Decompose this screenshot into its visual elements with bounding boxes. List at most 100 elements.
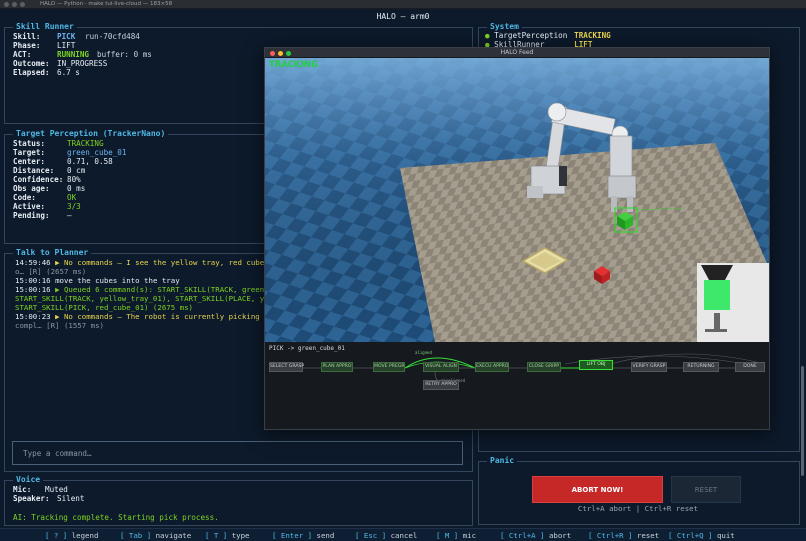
robot-camera-view [265, 58, 769, 342]
state-node: DONE [735, 362, 765, 372]
keybinding-hint: [ Ctrl+Q ] quit [668, 531, 735, 540]
status-dot-icon: ● [485, 31, 490, 40]
perception-row: Distance: 0 cm [13, 166, 85, 175]
app-title: HALO — arm0 [376, 12, 430, 21]
perception-row: Center: 0.71, 0.58 [13, 157, 113, 166]
system-row: ● TargetPerception TRACKING [485, 31, 611, 40]
chat-line: START_SKILL(PICK, red_cube_01) (2675 ms) [15, 303, 193, 312]
state-node: RETRY APPRO [423, 380, 459, 390]
chat-text: START_SKILL(PICK, red_cube_01) (2675 ms) [15, 303, 193, 312]
mic-label: Mic: [13, 485, 32, 494]
key-description: quit [716, 531, 735, 540]
chat-line: 15:00:23 ▶ No commands — The robot is cu… [15, 312, 273, 321]
reset-button[interactable]: RESET [671, 476, 741, 503]
phase-label: Phase: [13, 41, 41, 50]
perception-label: Confidence: [13, 175, 64, 184]
keybinding-hint: [ Esc ] cancel [355, 531, 417, 540]
chat-timestamp: 15:00:16 [15, 276, 51, 285]
perception-label: Obs age: [13, 184, 50, 193]
perception-value: 0 ms [67, 184, 86, 193]
key-description: legend [71, 531, 99, 540]
perception-value: TRACKING [67, 139, 104, 148]
keybinding-hint: [ Ctrl+R ] reset [588, 531, 659, 540]
key-description: abort [548, 531, 572, 540]
scrollbar[interactable] [801, 366, 804, 476]
state-node: EXECU APPRO [475, 362, 509, 372]
keybinding-hint: [ Tab ] navigate [120, 531, 191, 540]
feed-title: HALO Feed [500, 49, 534, 56]
phase-value: LIFT [57, 41, 76, 50]
elapsed-label: Elapsed: [13, 68, 50, 77]
perception-row: Obs age: 0 ms [13, 184, 85, 193]
run-id: run-70cfd484 [85, 32, 140, 41]
state-node: MOVE PREGR [373, 362, 405, 372]
speaker-status: Silent [57, 494, 85, 503]
feed-title-bar[interactable]: HALO Feed [265, 48, 769, 58]
chat-line: 15:00:16 move the cubes into the tray [15, 276, 180, 285]
perception-value: — [67, 211, 72, 220]
keybinding-hint: [ Ctrl+A ] abort [500, 531, 571, 540]
chat-text: compl… [R] (1557 ms) [15, 321, 104, 330]
key-description: type [231, 531, 250, 540]
skill-value: PICK [57, 32, 76, 41]
outcome-value: IN_PROGRESS [57, 59, 108, 68]
keybinding-hint: [ Enter ] send [272, 531, 334, 540]
panic-title: Panic [487, 456, 518, 465]
perception-label: Status: [13, 139, 46, 148]
terminal-title: HALO — Python · make tui-live-cloud — 18… [40, 1, 173, 7]
state-node: VERIFY GRASP [631, 362, 667, 372]
panic-hint: Ctrl+A abort | Ctrl+R reset [577, 504, 699, 513]
chat-timestamp: 15:00:23 [15, 312, 51, 321]
close-window-icon[interactable] [4, 2, 9, 7]
key-description: navigate [155, 531, 192, 540]
chat-text: o… [R] (2657 ms) [15, 267, 87, 276]
system-component: TargetPerception [494, 31, 568, 40]
state-graph: PICK -> green_cube_01 aligned misaligned… [265, 342, 769, 429]
key-description: cancel [390, 531, 418, 540]
state-node: VISUAL ALIGN [423, 362, 459, 372]
chat-text: ▶ No commands — I see the yellow tray, r… [55, 258, 269, 267]
chat-timestamp: 15:00:16 [15, 285, 51, 294]
perception-row: Pending: — [13, 211, 72, 220]
act-value: RUNNING [57, 50, 90, 59]
skill-label: Skill: [13, 32, 41, 41]
perception-label: Pending: [13, 211, 50, 220]
minimize-window-icon[interactable] [12, 2, 17, 7]
chat-line: START_SKILL(TRACK, yellow_tray_01), STAR… [15, 294, 273, 303]
perception-label: Target: [13, 148, 46, 157]
chat-text: ▶ No commands — The robot is currently p… [55, 312, 274, 321]
key-description: send [316, 531, 335, 540]
skill-runner-title: Skill Runner [13, 22, 77, 31]
key-description: reset [636, 531, 660, 540]
keybinding-hint: [ ? ] legend [45, 531, 98, 540]
keybinding-bar: [ ? ] legend[ Tab ] navigate[ T ] type[ … [0, 528, 806, 541]
key-label: [ Enter ] [272, 531, 313, 540]
chat-timestamp: 14:59:46 [15, 258, 51, 267]
command-input[interactable]: Type a command… [12, 441, 463, 465]
zoom-window-icon[interactable] [20, 2, 25, 7]
chat-text: ▶ Queued 6 command(s): START_SKILL(TRACK… [55, 285, 269, 294]
tracking-overlay: TRACKING [269, 60, 318, 70]
abort-button[interactable]: ABORT NOW! [532, 476, 663, 503]
perception-value: 80% [67, 175, 81, 184]
state-node: CLOSE GRIPP [527, 362, 561, 372]
key-label: [ Ctrl+R ] [588, 531, 633, 540]
perception-label: Center: [13, 157, 46, 166]
chat-line: 15:00:16 ▶ Queued 6 command(s): START_SK… [15, 285, 269, 294]
keybinding-hint: [ T ] type [205, 531, 250, 540]
feed-window: HALO Feed TRACKING PICK -> green_cube_01… [264, 47, 770, 430]
key-label: [ T ] [205, 531, 228, 540]
system-title: System [487, 22, 522, 31]
voice-title: Voice [13, 475, 44, 484]
target-perception-title: Target Perception (TrackerNano) [13, 129, 169, 138]
voice-panel: Voice Mic: Muted Speaker: Silent AI: Track… [4, 475, 473, 526]
planner-title: Talk to Planner [13, 248, 92, 257]
buffer-value: buffer: 0 ms [97, 50, 152, 59]
perception-value: OK [67, 193, 77, 202]
edge-label-aligned: aligned [415, 350, 432, 355]
chat-text: START_SKILL(TRACK, yellow_tray_01), STAR… [15, 294, 274, 303]
key-label: [ Ctrl+A ] [500, 531, 545, 540]
perception-value: 0.71, 0.58 [67, 157, 113, 166]
terminal-title-bar: HALO — Python · make tui-live-cloud — 18… [0, 0, 806, 9]
perception-value: green_cube_01 [67, 148, 127, 157]
